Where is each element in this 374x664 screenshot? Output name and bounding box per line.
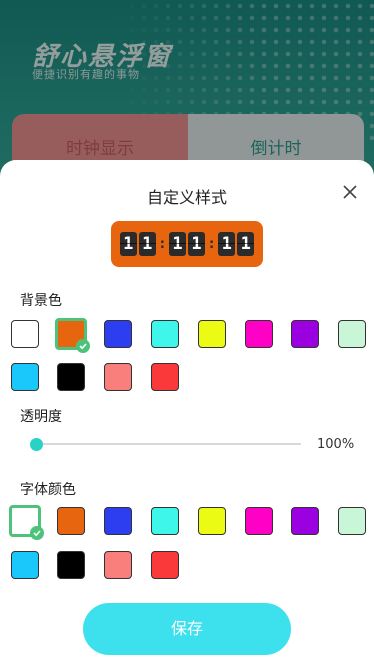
font-color-swatch[interactable] [151, 507, 179, 535]
clock-separator: : [209, 236, 215, 252]
font-color-swatch[interactable] [245, 507, 273, 535]
clock-separator: : [159, 236, 165, 252]
font-color-swatch[interactable] [11, 551, 39, 579]
font-color-swatch[interactable] [9, 505, 44, 540]
clock-digit: 1 [138, 232, 156, 256]
opacity-slider-track[interactable] [36, 443, 301, 445]
background-color-swatch[interactable] [245, 320, 273, 348]
background-color-swatch[interactable] [57, 363, 85, 391]
font-color-swatch[interactable] [338, 507, 366, 535]
clock-digit: 1 [218, 232, 236, 256]
background-color-swatch[interactable] [11, 363, 39, 391]
close-button[interactable] [340, 182, 360, 202]
background-color-swatch[interactable] [55, 318, 90, 353]
custom-style-sheet: 自定义样式 1 1 : 1 1 : 1 1 背景色 透明度 100% 字体颜色 … [0, 160, 374, 664]
clock-digit: 1 [169, 232, 186, 256]
background-color-swatch[interactable] [338, 320, 366, 348]
background-color-swatch[interactable] [104, 363, 132, 391]
background-color-swatch[interactable] [151, 320, 179, 348]
font-color-swatch[interactable] [151, 551, 179, 579]
font-color-swatch[interactable] [104, 507, 132, 535]
check-icon [76, 339, 90, 353]
font-color-swatch[interactable] [291, 507, 319, 535]
background-color-swatch[interactable] [151, 363, 179, 391]
font-color-swatch[interactable] [104, 551, 132, 579]
font-color-swatch[interactable] [198, 507, 226, 535]
background-color-swatch[interactable] [11, 320, 39, 348]
close-icon [343, 185, 357, 199]
save-button[interactable]: 保存 [83, 603, 291, 655]
clock-digit: 1 [119, 232, 137, 256]
clock-preview: 1 1 : 1 1 : 1 1 [111, 221, 263, 267]
check-icon [30, 526, 44, 540]
font-color-swatch[interactable] [57, 507, 85, 535]
clock-digit: 1 [188, 232, 205, 256]
background-color-swatch[interactable] [104, 320, 132, 348]
opacity-value: 100% [317, 437, 355, 452]
background-color-swatch[interactable] [291, 320, 319, 348]
font-color-label: 字体颜色 [20, 482, 76, 498]
sheet-title: 自定义样式 [146, 188, 227, 207]
opacity-slider-thumb[interactable] [30, 438, 43, 451]
background-color-swatch[interactable] [198, 320, 226, 348]
font-color-swatch[interactable] [57, 551, 85, 579]
opacity-label: 透明度 [20, 409, 62, 425]
clock-digit: 1 [237, 232, 255, 256]
background-color-label: 背景色 [20, 293, 62, 309]
